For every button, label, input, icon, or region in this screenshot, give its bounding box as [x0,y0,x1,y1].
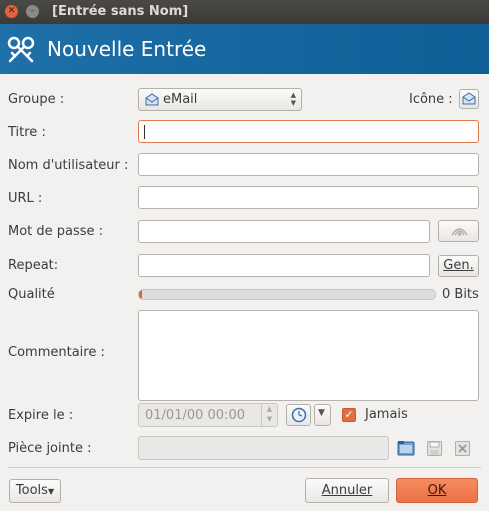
window-titlebar: ✕ – [Entrée sans Nom] [0,0,489,24]
email-icon [145,93,159,110]
quality-label: Qualité [8,287,55,302]
url-label: URL : [8,191,43,206]
quality-bits: 0 Bits [442,287,479,302]
expiry-presets-button[interactable] [286,404,311,426]
tools-button-label: Tools [15,483,48,498]
generate-password-button[interactable]: Gen. [438,255,479,277]
keys-icon [6,36,36,68]
password-label: Mot de passe : [8,224,104,239]
cancel-button-label: Annuler [321,483,373,498]
username-label: Nom d'utilisateur : [8,158,129,173]
clock-icon [291,407,307,427]
select-arrows-icon: ▲ ▼ [290,91,296,107]
group-select-value: eMail [163,92,198,107]
open-attachment-icon[interactable] [397,440,415,460]
comment-textarea[interactable] [138,310,479,401]
comment-label: Commentaire : [8,345,105,360]
minimize-window-button[interactable]: – [26,5,39,18]
save-attachment-icon[interactable] [426,440,443,461]
tools-menu-button[interactable]: Tools▼ [9,479,61,503]
quality-progress-fill [139,290,142,299]
repeat-label: Repeat: [8,258,59,273]
chevron-down-icon: ▼ [47,487,55,496]
expiry-date-field[interactable]: 01/01/00 00:00 ▲ ▼ [138,403,278,427]
delete-attachment-icon[interactable] [454,440,471,461]
expiry-presets-dropdown[interactable]: ▼ [314,404,331,426]
eye-icon [451,225,468,241]
chevron-down-icon: ▼ [318,408,325,418]
dialog-heading: Nouvelle Entrée [47,37,207,61]
cancel-button[interactable]: Annuler [305,478,389,503]
expires-label: Expire le : [8,408,74,423]
show-password-button[interactable] [438,220,479,242]
close-window-button[interactable]: ✕ [5,5,18,18]
quality-progress-bar [138,289,436,300]
username-field[interactable] [138,153,479,176]
footer-separator [8,467,481,468]
attachment-label: Pièce jointe : [8,441,92,456]
never-label: Jamais [365,407,408,422]
ok-button-label: OK [427,483,447,498]
never-expires-checkbox[interactable]: ✓ [342,408,356,422]
date-spinner[interactable]: ▲ ▼ [261,404,277,426]
repeat-password-field[interactable] [138,254,430,277]
email-icon [462,92,476,109]
password-field[interactable] [138,220,430,243]
title-label: Titre : [8,125,46,140]
attachment-field [138,436,389,460]
url-field[interactable] [138,186,479,209]
text-caret [144,125,145,139]
title-field[interactable] [138,120,479,143]
group-select[interactable]: eMail ▲ ▼ [138,88,302,111]
expiry-date-value: 01/01/00 00:00 [145,408,245,423]
icon-label: Icône : [409,92,453,107]
dialog-header: Nouvelle Entrée [0,24,489,74]
window-title: [Entrée sans Nom] [52,4,189,19]
icon-picker-button[interactable] [459,89,479,109]
generate-button-label: Gen. [443,258,474,273]
group-label: Groupe : [8,92,65,107]
ok-button[interactable]: OK [396,478,478,503]
